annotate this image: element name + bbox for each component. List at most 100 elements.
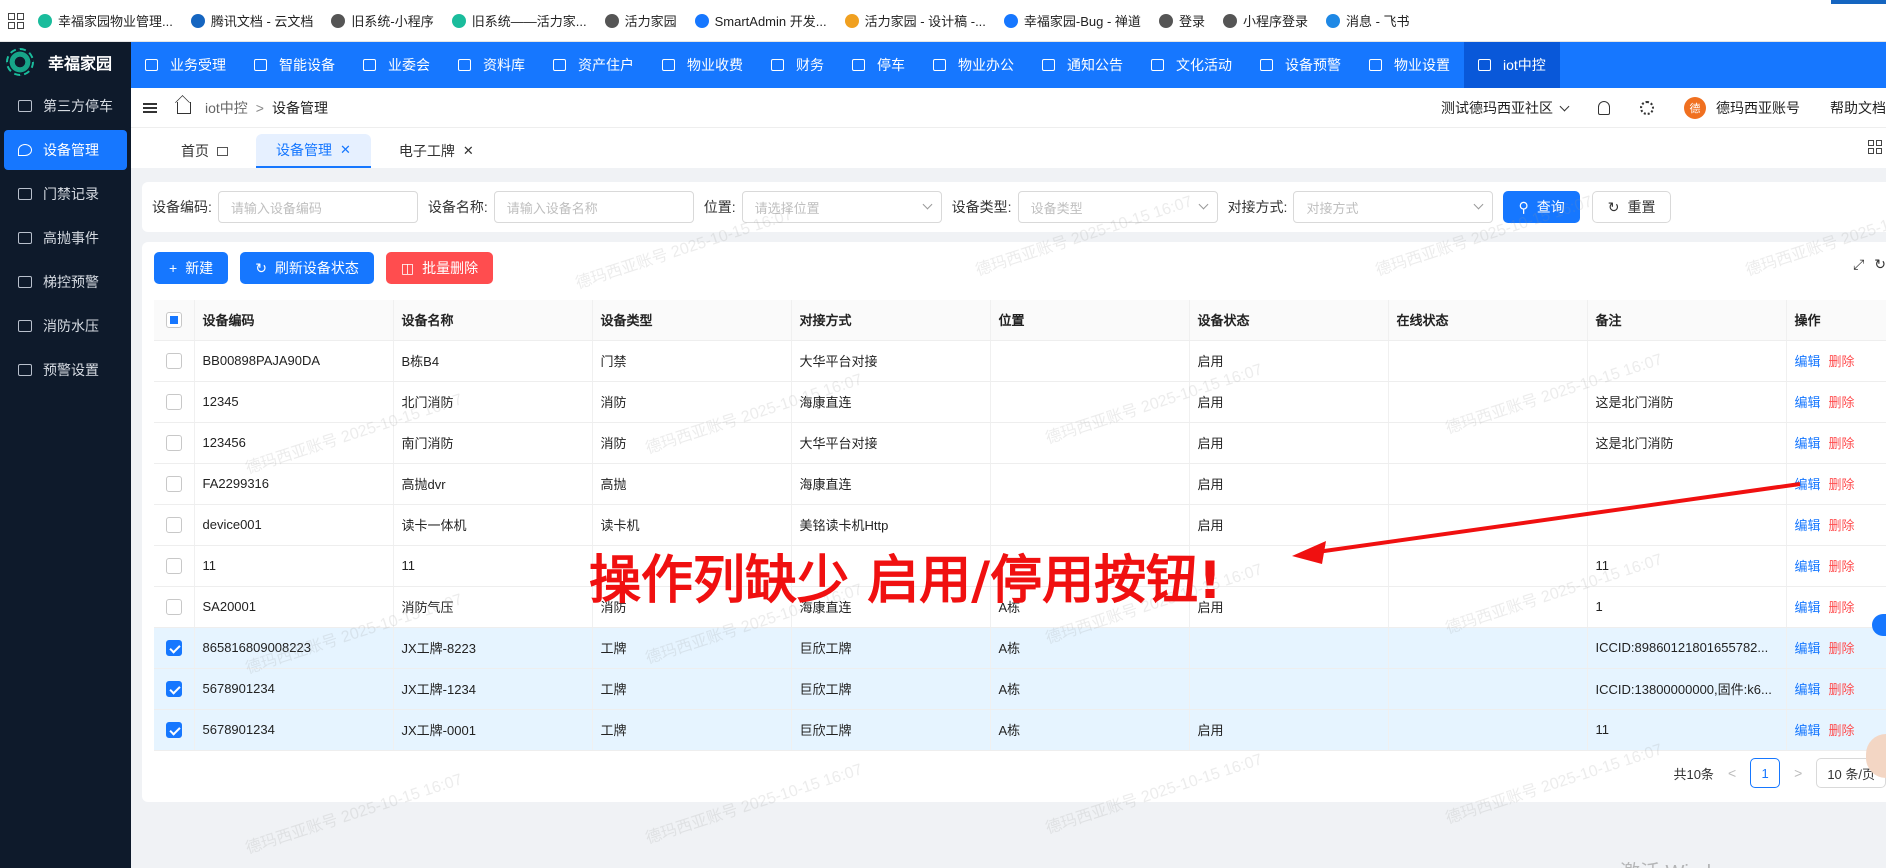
edit-link[interactable]: 编辑 xyxy=(1795,641,1821,656)
top-nav-item[interactable]: 停车 xyxy=(838,42,919,88)
row-checkbox[interactable] xyxy=(165,516,182,533)
delete-link[interactable]: 删除 xyxy=(1829,559,1855,574)
row-checkbox[interactable] xyxy=(165,434,182,451)
table-row[interactable]: BB00898PAJA90DA B栋B4 门禁 大华平台对接 启用 编辑 删除 xyxy=(154,340,1886,382)
device-name-input[interactable]: 请输入设备名称 xyxy=(493,191,694,223)
close-icon[interactable]: ✕ xyxy=(340,142,351,158)
delete-link[interactable]: 删除 xyxy=(1829,477,1855,492)
table-row[interactable]: 123456 南门消防 消防 大华平台对接 启用 这是北门消防 编辑 删除 xyxy=(154,422,1886,464)
delete-link[interactable]: 删除 xyxy=(1829,395,1855,410)
edit-link[interactable]: 编辑 xyxy=(1795,723,1821,738)
row-checkbox[interactable] xyxy=(165,352,182,369)
tab-grid-icon[interactable] xyxy=(1868,140,1882,154)
bookmark-item[interactable]: 旧系统-小程序 xyxy=(331,11,434,30)
bookmark-item[interactable]: 旧系统——活力家... xyxy=(451,11,587,30)
delete-link[interactable]: 删除 xyxy=(1829,682,1855,697)
row-checkbox[interactable] xyxy=(165,598,182,615)
sidebar-item[interactable]: 预警设置 xyxy=(4,350,127,390)
top-nav-item[interactable]: 业委会 xyxy=(349,42,444,88)
breadcrumb-parent[interactable]: iot中控 xyxy=(205,100,248,116)
next-page-button[interactable]: > xyxy=(1794,765,1802,781)
fullscreen-icon[interactable]: ⤢ xyxy=(1853,256,1864,273)
bookmark-item[interactable]: 幸福家园-Bug - 禅道 xyxy=(1003,11,1141,30)
sidebar-item[interactable]: 梯控预警 xyxy=(4,262,127,302)
select-all-checkbox[interactable] xyxy=(165,312,182,329)
location-select[interactable]: 请选择位置 xyxy=(741,191,942,223)
row-checkbox[interactable] xyxy=(165,639,182,656)
row-checkbox[interactable] xyxy=(165,557,182,574)
bookmark-item[interactable]: 活力家园 xyxy=(604,11,677,30)
page-tab[interactable]: 设备管理 ✕ xyxy=(256,134,371,168)
delete-link[interactable]: 删除 xyxy=(1829,354,1855,369)
top-nav-item[interactable]: 文化活动 xyxy=(1137,42,1246,88)
page-number-button[interactable]: 1 xyxy=(1750,758,1781,788)
top-nav-item[interactable]: iot中控 xyxy=(1464,42,1560,88)
table-row[interactable]: FA2299316 高抛dvr 高抛 海康直连 启用 编辑 删除 xyxy=(154,463,1886,505)
delete-link[interactable]: 删除 xyxy=(1829,600,1855,615)
help-link[interactable]: 帮助文档 xyxy=(1830,98,1886,118)
delete-link[interactable]: 删除 xyxy=(1829,641,1855,656)
row-checkbox[interactable] xyxy=(165,475,182,492)
bookmark-item[interactable]: 小程序登录 xyxy=(1222,11,1308,30)
menu-toggle-icon[interactable] xyxy=(143,102,157,113)
table-row[interactable]: 5678901234 JX工牌-0001 工牌 巨欣工牌 A栋 启用 11 编辑 删除 xyxy=(154,709,1886,751)
sidebar-item[interactable]: 高抛事件 xyxy=(4,218,127,258)
table-row[interactable]: 5678901234 JX工牌-1234 工牌 巨欣工牌 A栋 ICCID:1380000… xyxy=(154,668,1886,710)
reload-icon[interactable]: ↻ xyxy=(1874,256,1886,273)
device-code-input[interactable]: 请输入设备编码 xyxy=(217,191,418,223)
row-checkbox[interactable] xyxy=(165,721,182,738)
edit-link[interactable]: 编辑 xyxy=(1795,518,1821,533)
edit-link[interactable]: 编辑 xyxy=(1795,559,1821,574)
bookmark-item[interactable]: 腾讯文档 - 云文档 xyxy=(190,11,313,30)
reset-button[interactable]: ↻ 重置 xyxy=(1591,191,1672,223)
bookmark-item[interactable]: 幸福家园物业管理... xyxy=(38,11,173,30)
table-row[interactable]: 865816809008223 JX工牌-8223 工牌 巨欣工牌 A栋 ICCID:89… xyxy=(154,627,1886,669)
sidebar-item[interactable]: 门禁记录 xyxy=(4,174,127,214)
page-tab[interactable]: 电子工牌 ✕ xyxy=(379,134,494,168)
bookmark-item[interactable]: 消息 - 飞书 xyxy=(1325,11,1410,30)
sidebar-item[interactable]: 消防水压 xyxy=(4,306,127,346)
top-nav-item[interactable]: 资产住户 xyxy=(539,42,648,88)
home-icon[interactable] xyxy=(177,101,191,114)
bookmark-item[interactable]: SmartAdmin 开发... xyxy=(694,11,827,30)
top-nav-item[interactable]: 设备预警 xyxy=(1246,42,1355,88)
edit-link[interactable]: 编辑 xyxy=(1795,395,1821,410)
row-checkbox[interactable] xyxy=(165,680,182,697)
sidebar-item[interactable]: 设备管理 xyxy=(4,130,127,170)
edit-link[interactable]: 编辑 xyxy=(1795,354,1821,369)
delete-link[interactable]: 删除 xyxy=(1829,518,1855,533)
delete-link[interactable]: 删除 xyxy=(1829,723,1855,738)
close-icon[interactable]: ✕ xyxy=(463,143,474,159)
logo[interactable]: 幸福家园 xyxy=(0,42,131,82)
page-tab[interactable]: 首页 xyxy=(161,134,248,168)
apps-grid-icon[interactable] xyxy=(8,12,24,29)
query-button[interactable]: ⚲ 查询 xyxy=(1503,191,1580,223)
method-select[interactable]: 对接方式 xyxy=(1293,191,1494,223)
top-nav-item[interactable]: 通知公告 xyxy=(1028,42,1137,88)
table-row[interactable]: 12345 北门消防 消防 海康直连 启用 这是北门消防 编辑 删除 xyxy=(154,381,1886,423)
bookmark-item[interactable]: 登录 xyxy=(1158,11,1205,30)
new-button[interactable]: + 新建 xyxy=(154,252,229,284)
account-menu[interactable]: 德 德玛西亚账号 xyxy=(1684,97,1800,119)
community-selector[interactable]: 测试德玛西亚社区 xyxy=(1441,98,1570,118)
row-checkbox[interactable] xyxy=(165,393,182,410)
batch-delete-button[interactable]: ◫ 批量删除 xyxy=(385,252,494,284)
edit-link[interactable]: 编辑 xyxy=(1795,600,1821,615)
device-type-select[interactable]: 设备类型 xyxy=(1017,191,1218,223)
edit-link[interactable]: 编辑 xyxy=(1795,477,1821,492)
settings-button[interactable] xyxy=(1640,101,1654,115)
edit-link[interactable]: 编辑 xyxy=(1795,436,1821,451)
sidebar-item[interactable]: 第三方停车 xyxy=(4,86,127,126)
top-nav-item[interactable]: 业务受理 xyxy=(131,42,240,88)
delete-link[interactable]: 删除 xyxy=(1829,436,1855,451)
top-nav-item[interactable]: 物业办公 xyxy=(919,42,1028,88)
refresh-status-button[interactable]: ↻ 刷新设备状态 xyxy=(240,252,374,284)
top-nav-item[interactable]: 物业设置 xyxy=(1355,42,1464,88)
top-nav-item[interactable]: 财务 xyxy=(757,42,838,88)
edit-link[interactable]: 编辑 xyxy=(1795,682,1821,697)
prev-page-button[interactable]: < xyxy=(1728,765,1736,781)
top-nav-item[interactable]: 物业收费 xyxy=(648,42,757,88)
notification-button[interactable] xyxy=(1598,101,1610,115)
bookmark-item[interactable]: 活力家园 - 设计稿 -... xyxy=(844,11,986,30)
top-nav-item[interactable]: 智能设备 xyxy=(240,42,349,88)
